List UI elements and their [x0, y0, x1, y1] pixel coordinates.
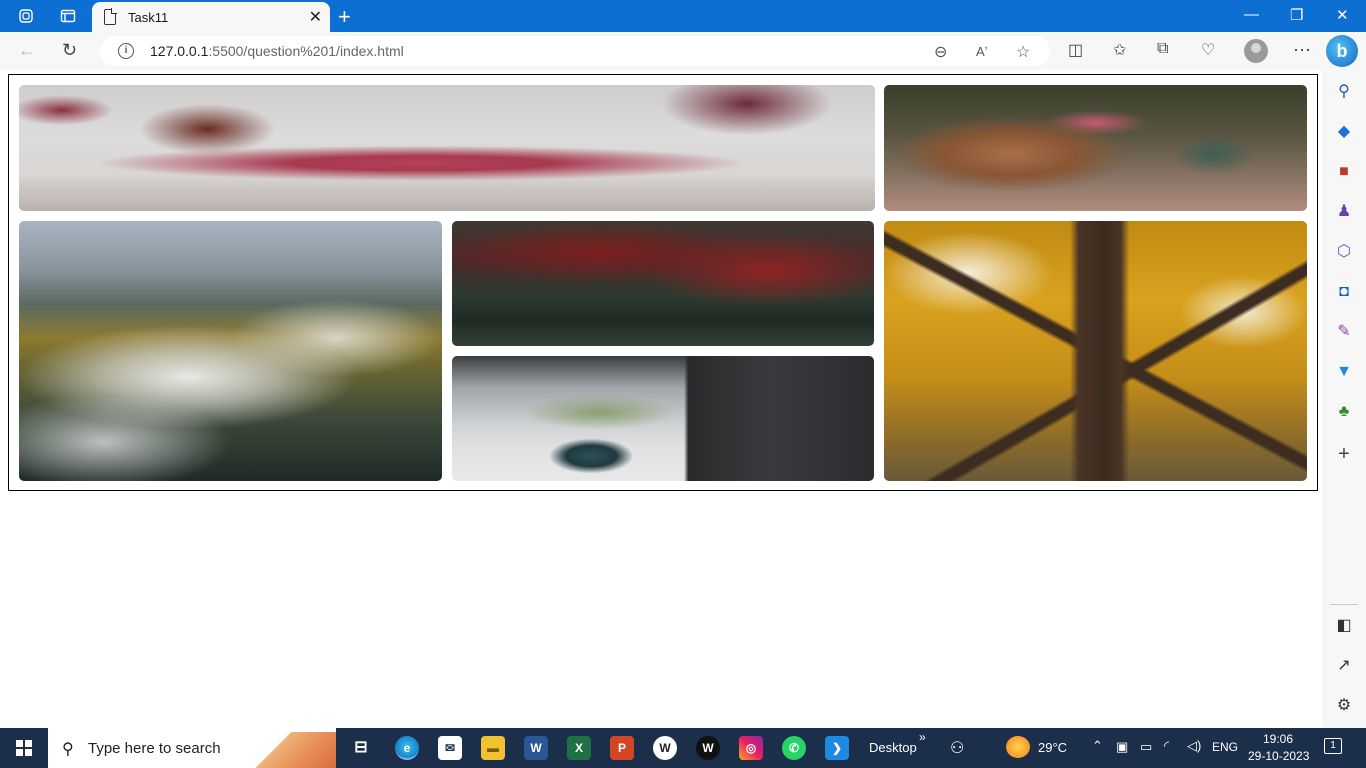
collections-icon[interactable]: ⧉: [1157, 40, 1168, 58]
tab-actions-icon[interactable]: [58, 6, 78, 26]
gallery-image-wildflowers: [19, 221, 442, 481]
close-window-button[interactable]: ✕: [1336, 6, 1349, 24]
gallery-image-yellow-tree: [884, 221, 1307, 481]
office-icon[interactable]: ⬡: [1334, 242, 1354, 262]
task-view-icon[interactable]: ⊟: [349, 736, 373, 760]
back-icon[interactable]: ←: [18, 40, 36, 61]
file-explorer-icon[interactable]: ▬: [481, 736, 505, 760]
vscode-icon[interactable]: ❯: [825, 736, 849, 760]
language-indicator[interactable]: ENG: [1212, 740, 1238, 754]
word-icon[interactable]: W: [524, 736, 548, 760]
excel-icon[interactable]: X: [567, 736, 591, 760]
clock-date[interactable]: 29-10-2023: [1248, 749, 1309, 763]
url-text[interactable]: 127.0.0.1:5500/question%201/index.html: [150, 43, 404, 59]
browser-essentials-icon[interactable]: ♡: [1201, 40, 1215, 60]
sidebar-divider: [1330, 604, 1358, 605]
tab-title: Task11: [128, 10, 169, 25]
gallery-image-magnolia: [19, 85, 875, 211]
browser-tab[interactable]: Task11 ✕: [92, 2, 330, 32]
temperature-text[interactable]: 29°C: [1038, 740, 1067, 755]
desktop-label[interactable]: Desktop: [869, 740, 917, 755]
designer-icon[interactable]: ✎: [1334, 322, 1354, 342]
shopping-tag-icon[interactable]: ◆: [1334, 122, 1354, 142]
favorites-icon[interactable]: ✩: [1113, 40, 1126, 60]
search-highlight-illustration: [256, 732, 336, 768]
refresh-icon[interactable]: ↻: [62, 40, 77, 61]
url-path: :5500/question%201/index.html: [208, 43, 404, 59]
tools-briefcase-icon[interactable]: ■: [1334, 162, 1354, 182]
browser-toolbar: ← ↻ i 127.0.0.1:5500/question%201/index.…: [0, 32, 1366, 70]
info-icon[interactable]: i: [118, 43, 134, 59]
split-screen-icon[interactable]: ◫: [1068, 40, 1083, 60]
more-menu-icon[interactable]: ⋯: [1293, 40, 1311, 61]
people-icon[interactable]: ⚇: [950, 738, 964, 758]
windows-start-icon[interactable]: [16, 740, 32, 756]
search-placeholder: Type here to search: [88, 740, 221, 757]
edge-sidebar: ⚲ ◆ ■ ♟ ⬡ ◘ ✎ ▼ ♣ + ◧ ↗ ⚙: [1322, 70, 1366, 728]
wifi-icon[interactable]: ◜: [1164, 738, 1169, 754]
add-icon[interactable]: +: [1334, 444, 1354, 464]
outlook-icon[interactable]: ◘: [1334, 282, 1354, 302]
tab-close-button[interactable]: ✕: [309, 7, 322, 27]
powerpoint-icon[interactable]: P: [610, 736, 634, 760]
windows-taskbar: ⚲ Type here to search ⊟ e ✉ ▬ W X P W W …: [0, 728, 1366, 768]
taskbar-search-box[interactable]: ⚲ Type here to search: [48, 728, 336, 768]
minimize-button[interactable]: —: [1244, 6, 1259, 23]
clock-time[interactable]: 19:06: [1263, 732, 1293, 746]
favorite-star-icon[interactable]: ☆: [1016, 42, 1030, 62]
whatsapp-icon[interactable]: ✆: [782, 736, 806, 760]
new-tab-button[interactable]: +: [338, 4, 351, 30]
games-icon[interactable]: ♟: [1334, 202, 1354, 222]
volume-icon[interactable]: ◁): [1187, 738, 1201, 754]
instagram-icon[interactable]: ◎: [739, 736, 763, 760]
search-icon: ⚲: [62, 741, 74, 758]
notification-center-icon[interactable]: 1: [1324, 738, 1342, 754]
zoom-out-icon[interactable]: ⊖: [934, 42, 947, 62]
bing-copilot-icon[interactable]: b: [1326, 35, 1358, 67]
address-bar[interactable]: i 127.0.0.1:5500/question%201/index.html…: [100, 36, 1050, 66]
gallery-image-picnic: [884, 85, 1307, 211]
restore-button[interactable]: ❐: [1290, 6, 1303, 24]
page-viewport: [4, 70, 1322, 725]
profile-avatar[interactable]: [1244, 39, 1268, 63]
wordpress-alt-icon[interactable]: W: [696, 736, 720, 760]
workspaces-icon[interactable]: [16, 6, 36, 26]
image-gallery: [8, 74, 1318, 491]
settings-icon[interactable]: ⚙: [1334, 696, 1354, 716]
read-aloud-icon[interactable]: Aʼ: [976, 44, 988, 59]
search-icon[interactable]: ⚲: [1334, 82, 1354, 102]
weather-icon[interactable]: [1006, 736, 1030, 758]
tree-icon[interactable]: ♣: [1334, 402, 1354, 422]
edge-icon[interactable]: e: [395, 736, 419, 760]
url-host: 127.0.0.1: [150, 43, 209, 59]
gallery-image-vase: [452, 356, 874, 481]
meet-icon[interactable]: ▣: [1116, 739, 1128, 755]
document-icon: [104, 8, 117, 25]
drop-icon[interactable]: ▼: [1334, 362, 1354, 382]
wordpress-icon[interactable]: W: [653, 736, 677, 760]
open-external-icon[interactable]: ↗: [1334, 656, 1354, 676]
gallery-image-red-trees: [452, 221, 874, 346]
desktop-chevron-icon[interactable]: »: [919, 730, 926, 744]
mail-icon[interactable]: ✉: [438, 736, 462, 760]
battery-icon[interactable]: ▭: [1140, 739, 1152, 755]
chevron-up-icon[interactable]: ⌃: [1092, 738, 1103, 754]
sidebar-toggle-icon[interactable]: ◧: [1334, 616, 1354, 636]
title-bar: Task11 ✕ + — ❐ ✕: [0, 0, 1366, 32]
